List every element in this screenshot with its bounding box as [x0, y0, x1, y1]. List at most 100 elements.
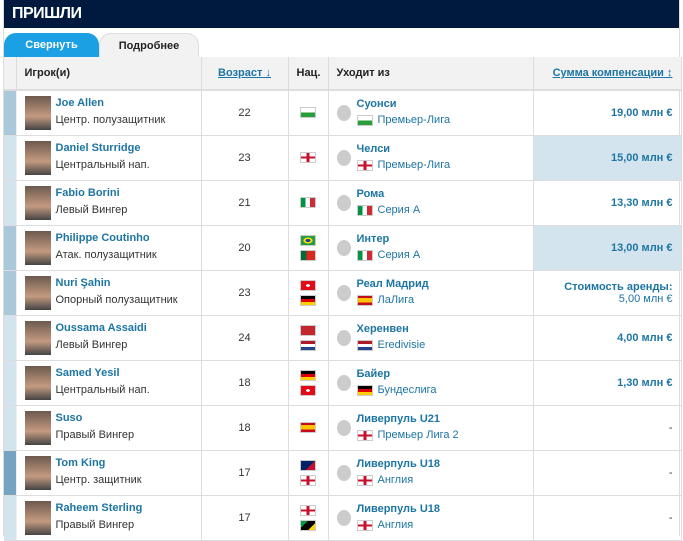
club-name-link[interactable]: Реал Мадрид — [357, 277, 429, 292]
fee-value[interactable]: 13,30 млн € — [611, 197, 673, 209]
row-marker — [4, 135, 17, 181]
tab-collapse[interactable]: Свернуть — [4, 33, 99, 57]
player-photo[interactable] — [24, 185, 51, 220]
player-position: Центр. защитник — [55, 474, 142, 486]
club-name-link[interactable]: Рома — [357, 187, 421, 202]
player-name-link[interactable]: Raheem Sterling — [56, 501, 143, 516]
club-name-link[interactable]: Херенвен — [357, 322, 426, 337]
player-photo[interactable] — [24, 500, 51, 535]
player-age: 17 — [201, 450, 289, 496]
player-name-link[interactable]: Suso — [56, 411, 135, 426]
club-crest-icon[interactable] — [336, 374, 351, 391]
flag-australia-icon — [300, 459, 316, 471]
club-crest-icon[interactable] — [336, 464, 351, 481]
flag-italy-icon — [300, 197, 316, 208]
fee-value[interactable]: 15,00 млн € — [611, 152, 673, 164]
club-name-link[interactable]: Суонси — [357, 97, 451, 112]
tab-details[interactable]: Подробнее — [99, 33, 199, 57]
player-name-link[interactable]: Samed Yesil — [56, 366, 150, 381]
club-crest-icon[interactable] — [336, 194, 351, 211]
player-age: 20 — [201, 225, 289, 271]
club-crest-icon[interactable] — [336, 239, 351, 256]
flag-morocco-icon — [300, 324, 316, 336]
club-crest-icon[interactable] — [336, 329, 351, 346]
flag-england-icon — [356, 159, 373, 171]
club-name-link[interactable]: Ливерпуль U21 — [357, 412, 459, 427]
player-age: 23 — [201, 270, 289, 316]
nationality — [288, 180, 329, 226]
club-crest-icon[interactable] — [336, 419, 351, 436]
league-link[interactable]: Англия — [378, 517, 414, 534]
fee-value: - — [668, 421, 673, 434]
table-row: Raheem Sterling Правый Вингер 17 Ливерпул… — [4, 495, 682, 541]
club-name-link[interactable]: Челси — [357, 142, 451, 157]
league-link[interactable]: Англия — [378, 472, 414, 489]
player-name-link[interactable]: Oussama Assaidi — [56, 321, 147, 336]
player-position: Атак. полузащитник — [55, 249, 157, 261]
table-row: Fabio Borini Левый Вингер 21 Рома Серия А … — [4, 180, 682, 226]
club-name-link[interactable]: Ливерпуль U18 — [357, 457, 441, 472]
header-age-sort[interactable]: Возраст ↓ — [218, 67, 271, 79]
fee-value[interactable]: 13,00 млн € — [611, 242, 673, 254]
flag-italy-icon — [356, 204, 373, 216]
club-crest-icon[interactable] — [336, 284, 351, 301]
fee-cell: 15,00 млн € — [533, 135, 682, 181]
fee-value[interactable]: 4,00 млн € — [617, 332, 672, 344]
transfers-table: Игрок(и) Возраст ↓ Нац. Уходит из Сумма … — [4, 57, 682, 541]
fee-value: - — [668, 466, 673, 479]
sort-icon: ↕ — [667, 67, 673, 79]
row-marker — [4, 405, 17, 451]
table-row: Suso Правый Вингер 18 Ливерпуль U21 Премье… — [4, 405, 682, 451]
player-photo[interactable] — [24, 140, 51, 175]
player-name-link[interactable]: Nuri Şahin — [56, 276, 178, 291]
row-marker — [4, 180, 17, 226]
league-link[interactable]: Премьер-Лига — [378, 157, 451, 174]
fee-value[interactable]: 1,30 млн € — [617, 377, 672, 389]
fee-cell: 13,30 млн € — [533, 180, 682, 226]
section-title: ПРИШЛИ — [4, 0, 679, 28]
league-link[interactable]: ЛаЛига — [378, 292, 415, 309]
player-name-link[interactable]: Daniel Sturridge — [56, 141, 150, 156]
player-photo[interactable] — [24, 365, 51, 400]
league-link[interactable]: Бундеслига — [378, 382, 437, 399]
league-link[interactable]: Премьер-Лига — [378, 112, 451, 129]
nationality — [288, 90, 329, 136]
flag-germany-icon — [300, 294, 316, 306]
player-name-link[interactable]: Fabio Borini — [56, 186, 128, 201]
club-crest-icon[interactable] — [336, 104, 351, 121]
fee-cell: 13,00 млн € — [533, 225, 682, 271]
header-fee-sort[interactable]: Сумма компенсации ↕ — [553, 67, 673, 79]
fee-cell: - — [533, 405, 682, 451]
player-age: 21 — [201, 180, 289, 226]
flag-england-icon — [356, 429, 373, 441]
club-crest-icon[interactable] — [336, 509, 351, 526]
player-photo[interactable] — [24, 95, 51, 130]
player-position: Левый Вингер — [55, 204, 128, 216]
league-link[interactable]: Серия А — [378, 247, 421, 264]
league-link[interactable]: Eredivisie — [378, 337, 426, 354]
fee-value[interactable]: 19,00 млн € — [611, 107, 673, 119]
flag-turkey-icon — [300, 384, 316, 396]
row-marker — [4, 450, 17, 496]
player-photo[interactable] — [24, 455, 51, 490]
league-link[interactable]: Премьер Лига 2 — [378, 427, 459, 444]
fee-cell: 19,00 млн € — [533, 90, 682, 136]
player-photo[interactable] — [24, 320, 51, 355]
player-photo[interactable] — [24, 275, 51, 310]
fee-cell: Стоимость аренды: 5,00 млн € — [533, 270, 682, 316]
row-marker — [4, 360, 17, 406]
table-row: Oussama Assaidi Левый Вингер 24 Херенвен E… — [4, 315, 682, 361]
flag-jamaica-icon — [300, 519, 316, 531]
club-name-link[interactable]: Ливерпуль U18 — [357, 502, 441, 517]
club-name-link[interactable]: Байер — [357, 367, 437, 382]
player-name-link[interactable]: Joe Allen — [56, 96, 166, 111]
club-name-link[interactable]: Интер — [357, 232, 421, 247]
player-photo[interactable] — [24, 410, 51, 445]
nationality — [288, 360, 329, 406]
club-crest-icon[interactable] — [336, 149, 351, 166]
nationality — [288, 225, 329, 271]
league-link[interactable]: Серия А — [378, 202, 421, 219]
player-photo[interactable] — [24, 230, 51, 265]
player-name-link[interactable]: Tom King — [56, 456, 142, 471]
player-name-link[interactable]: Philippe Coutinho — [56, 231, 157, 246]
